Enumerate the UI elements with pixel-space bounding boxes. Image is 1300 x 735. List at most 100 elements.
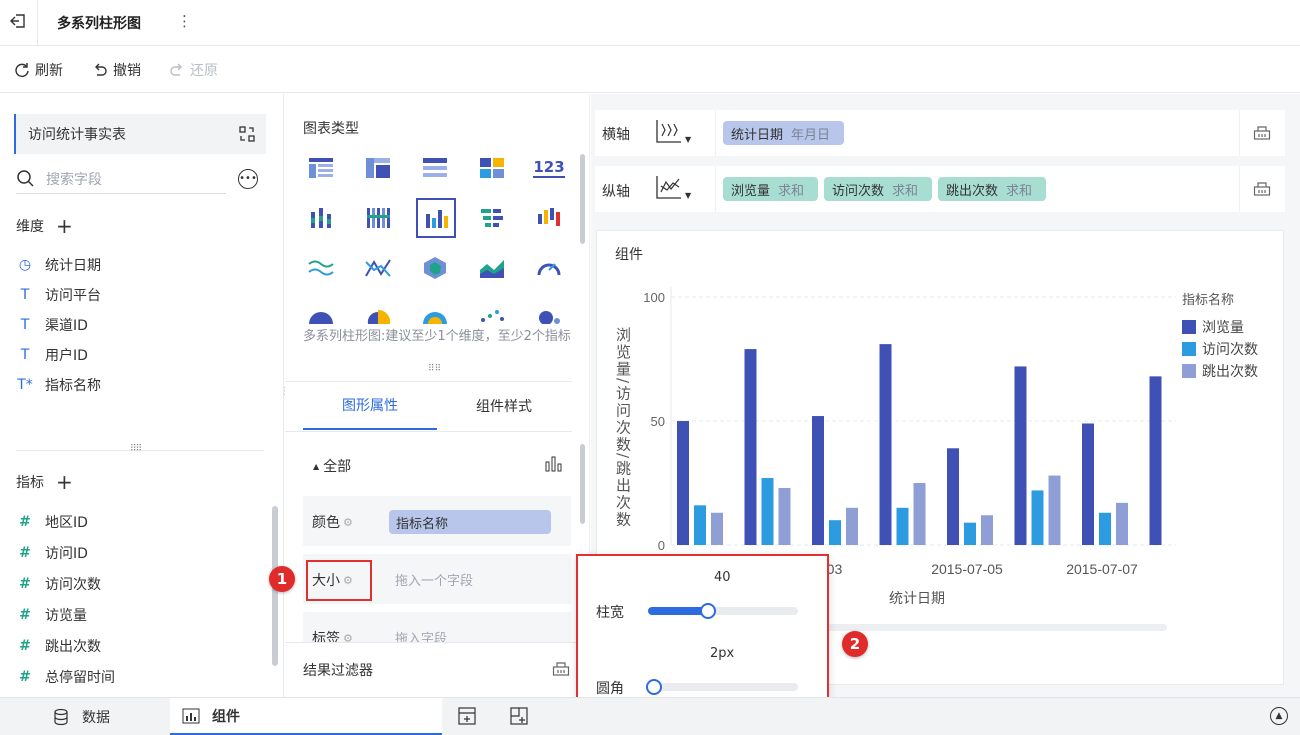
more-menu-icon[interactable]: ⋮ xyxy=(177,12,192,30)
measure-field[interactable]: # 访问次数 xyxy=(16,574,101,594)
chart-config-panel: 图表类型 123 多系列柱形图:建议至少1个维度，至少2个指标 ⠿⠿ 图形属性 … xyxy=(285,94,590,697)
chart-type-gauge[interactable] xyxy=(533,252,565,284)
measures-label: 指标 xyxy=(16,475,44,491)
size-drop-zone[interactable]: 拖入一个字段 xyxy=(395,570,473,589)
chart-type-kpi[interactable]: 123 xyxy=(533,152,565,184)
chart-type-range-bar[interactable] xyxy=(533,202,565,234)
dimension-field[interactable]: T* 指标名称 xyxy=(16,375,101,395)
text-type-icon: T xyxy=(20,287,30,303)
chart-grid-scrollbar[interactable] xyxy=(580,154,585,244)
drag-handle-icon[interactable]: ⠿⠿ xyxy=(130,444,142,454)
search-placeholder: 搜索字段 xyxy=(46,171,102,188)
bar-1 xyxy=(1149,376,1162,545)
chart-type-comparison-bar[interactable] xyxy=(476,202,508,234)
config-scrollbar[interactable] xyxy=(580,444,585,524)
chart-type-cross-table[interactable] xyxy=(362,152,394,184)
measure-field[interactable]: # 访问ID xyxy=(16,543,88,563)
bar-width-label: 柱宽 xyxy=(596,605,624,621)
bar-1 xyxy=(744,349,757,545)
exit-icon[interactable] xyxy=(8,10,28,32)
chart-hint: 多系列柱形图:建议至少1个维度，至少2个指标 xyxy=(303,329,571,344)
chart-type-area[interactable] xyxy=(476,252,508,284)
toolbar: 刷新 撤销 还原 xyxy=(0,46,1300,93)
field-label: 跳出次数 xyxy=(45,639,101,655)
chart-type-table[interactable] xyxy=(305,152,337,184)
measure-field[interactable]: # 地区ID xyxy=(16,512,88,532)
data-tab[interactable]: 数据 xyxy=(52,707,110,727)
refresh-button[interactable]: 刷新 xyxy=(13,60,63,80)
color-field-chip[interactable]: 指标名称 xyxy=(389,510,551,534)
bar-2 xyxy=(1031,490,1044,545)
number-type-icon: # xyxy=(19,638,31,654)
field-label: 访览量 xyxy=(45,608,87,624)
field-label: 统计日期 xyxy=(45,258,101,274)
switch-table-icon[interactable] xyxy=(238,125,256,143)
field-label: 指标名称 xyxy=(45,378,101,394)
add-measure-icon[interactable]: + xyxy=(56,472,73,492)
text-type-icon: T xyxy=(20,347,30,363)
add-dimension-icon[interactable]: + xyxy=(56,216,73,236)
bar-width-slider-knob[interactable] xyxy=(700,603,716,619)
filter-label: 结果过滤器 xyxy=(303,663,373,679)
field-label: 访问次数 xyxy=(45,577,101,593)
bar-width-slider[interactable] xyxy=(648,603,798,619)
color-label[interactable]: 颜色 ⚙ xyxy=(312,512,353,532)
tab-label: 图形属性 xyxy=(342,398,398,414)
undo-icon xyxy=(95,63,107,76)
redo-label: 还原 xyxy=(190,63,218,79)
tab-component-style[interactable]: 组件样式 xyxy=(437,382,571,430)
table-selector[interactable]: 访问统计事实表 xyxy=(14,114,266,154)
chart-type-line[interactable] xyxy=(362,252,394,284)
chart-type-multi-series-bar[interactable] xyxy=(416,198,456,238)
measure-field[interactable]: # 跳出次数 xyxy=(16,636,101,656)
component-tab-label: 组件 xyxy=(212,708,240,725)
add-component-icon[interactable] xyxy=(458,707,476,729)
collapse-icon: ▲ xyxy=(313,461,320,471)
measure-field[interactable]: # 访览量 xyxy=(16,605,87,625)
radius-label: 圆角 xyxy=(596,681,624,697)
measure-field[interactable]: # 总停留时间 xyxy=(16,667,115,687)
bar-chart-icon[interactable] xyxy=(545,456,563,476)
chart-type-detail-table[interactable] xyxy=(419,152,451,184)
radius-slider[interactable] xyxy=(646,679,798,695)
x-axis-title: 统计日期 xyxy=(889,591,945,607)
search-input[interactable]: 搜索字段 xyxy=(16,164,226,194)
chart-horizontal-scrollbar[interactable] xyxy=(779,624,1167,631)
chart-type-waves[interactable] xyxy=(305,252,337,284)
redo-button[interactable]: 还原 xyxy=(168,60,218,80)
field-label: 访问平台 xyxy=(45,288,101,304)
dimension-field[interactable]: T 渠道ID xyxy=(16,315,88,335)
dimension-field[interactable]: T 用户ID xyxy=(16,345,88,365)
bar-3 xyxy=(981,515,993,545)
bar-3 xyxy=(1048,475,1061,545)
undo-label: 撤销 xyxy=(113,63,141,79)
undo-button[interactable]: 撤销 xyxy=(91,60,141,80)
section-drag-handle[interactable]: ⠿⠿ xyxy=(428,364,441,374)
filter-drop-icon[interactable] xyxy=(552,659,570,681)
radius-slider-knob[interactable] xyxy=(646,679,662,695)
step-badge-2: 2 xyxy=(842,631,868,657)
dimension-field[interactable]: ◷ 统计日期 xyxy=(16,255,101,275)
more-options-icon[interactable]: ••• xyxy=(238,169,258,189)
number-type-icon: # xyxy=(19,545,31,561)
chart-type-percent-bar[interactable] xyxy=(362,202,394,234)
bottom-bar: 数据 组件 ▲ xyxy=(0,697,1300,735)
add-dashboard-icon[interactable] xyxy=(510,707,528,729)
legend-label: 访问次数 xyxy=(1202,342,1258,358)
component-tab[interactable]: 组件 xyxy=(170,698,442,735)
chart-type-radar[interactable] xyxy=(419,252,451,284)
bar-1 xyxy=(812,416,824,545)
all-series-toggle[interactable]: ▲ 全部 xyxy=(313,456,351,476)
chart-type-card[interactable] xyxy=(476,152,508,184)
collapse-up-icon[interactable]: ▲ xyxy=(1270,707,1288,725)
bar-2 xyxy=(694,505,706,545)
legend-title: 指标名称 xyxy=(1182,292,1234,308)
legend-swatch xyxy=(1182,364,1196,378)
color-label-text: 颜色 xyxy=(312,515,340,531)
bar-3 xyxy=(846,507,858,545)
dimension-field[interactable]: T 访问平台 xyxy=(16,285,101,305)
tab-graphic-attributes[interactable]: 图形属性 xyxy=(303,382,437,430)
dimensions-label: 维度 xyxy=(16,219,44,235)
chart-type-stacked-bar[interactable] xyxy=(305,202,337,234)
number-type-icon: # xyxy=(19,607,31,623)
